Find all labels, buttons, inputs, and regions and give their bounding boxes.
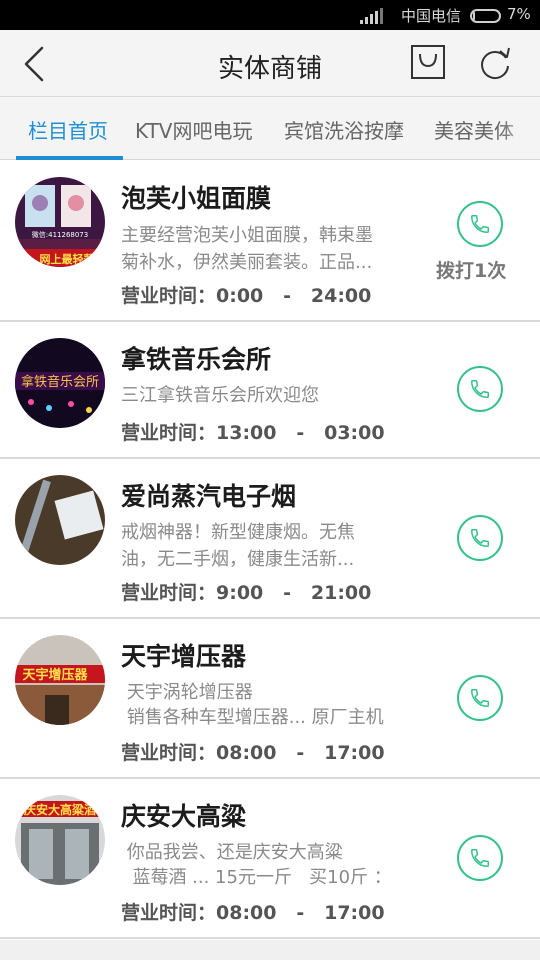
page-title: 实体商铺 <box>217 54 322 84</box>
shop-avatar <box>15 475 105 565</box>
phone-icon <box>471 849 489 867</box>
call-button[interactable] <box>457 835 503 881</box>
shop-avatar: 天宇增压器 <box>15 635 105 725</box>
business-hours: 营业时间：9:00 - 21:00 <box>121 582 372 604</box>
shop-avatar: 拿铁音乐会所 <box>15 338 105 428</box>
list-item[interactable]: 拿铁音乐会所 拿铁音乐会所 三江拿铁音乐会所欢迎您 营业时间：13:00 - 0… <box>0 322 540 459</box>
shop-description-line1: 三江拿铁音乐会所欢迎您 <box>121 385 319 406</box>
shop-description-line2: 菊补水，伊然美丽套装。正品... <box>121 252 373 273</box>
phone-icon <box>471 215 489 233</box>
shop-avatar: 微信:411268073 网上最轻薄 <box>15 177 105 267</box>
shop-name: 拿铁音乐会所 <box>121 345 272 374</box>
shop-name: 泡芙小姐面膜 <box>121 184 272 213</box>
business-hours: 营业时间：08:00 - 17:00 <box>121 742 385 764</box>
carrier-label: 中国电信 <box>401 7 462 25</box>
signal-icon <box>360 8 392 24</box>
title-bar: 实体商铺 <box>0 30 540 97</box>
business-hours: 营业时间：0:00 - 24:00 <box>121 285 372 307</box>
shop-description-line2: 油，无二手烟，健康生活新... <box>121 549 355 570</box>
battery-percentage: 7% <box>507 5 531 23</box>
shop-name: 天宇增压器 <box>121 642 247 671</box>
call-button[interactable] <box>457 675 503 721</box>
refresh-icon <box>481 47 510 79</box>
shopping-bag-icon <box>411 45 445 79</box>
business-hours: 营业时间：13:00 - 03:00 <box>121 422 385 444</box>
tabs-fade <box>500 97 540 159</box>
category-tabs: 栏目首页 KTV网吧电玩 宾馆洗浴按摩 美容美体 <box>0 97 540 160</box>
svg-text:微信:411268073: 微信:411268073 <box>32 230 88 239</box>
shop-description-line1: 你品我尝、还是庆安大高粱 <box>121 842 343 863</box>
call-button[interactable] <box>457 515 503 561</box>
shop-avatar: 庆安大高粱酒 <box>15 795 105 885</box>
active-tab-indicator <box>16 156 123 160</box>
tab-hotel[interactable]: 宾馆洗浴按摩 <box>284 115 404 144</box>
shop-description-line2: 蓝莓酒 ... 15元一斤 买10斤 ： <box>121 867 392 888</box>
phone-icon <box>471 529 489 547</box>
phone-icon <box>471 380 489 398</box>
shop-description-line2: 销售各种车型增压器... 原厂主机 <box>121 707 384 728</box>
business-hours: 营业时间：08:00 - 17:00 <box>121 902 385 924</box>
shop-description-line1: 主要经营泡芙小姐面膜，韩束墨 <box>121 225 373 246</box>
shop-description-line1: 戒烟神器！新型健康烟。无焦 <box>121 522 355 543</box>
list-item[interactable]: 天宇增压器 天宇增压器 天宇涡轮增压器 销售各种车型增压器... 原厂主机 营业… <box>0 619 540 779</box>
svg-text:网上最轻薄: 网上最轻薄 <box>40 252 95 266</box>
status-bar: 中国电信 7% <box>0 0 540 30</box>
list-item[interactable]: 微信:411268073 网上最轻薄 泡芙小姐面膜 主要经营泡芙小姐面膜，韩束墨… <box>0 161 540 322</box>
shop-name: 爱尚蒸汽电子烟 <box>121 482 297 511</box>
shopping-bag-button[interactable] <box>410 44 446 80</box>
svg-text:拿铁音乐会所: 拿铁音乐会所 <box>21 374 99 390</box>
shop-description-line1: 天宇涡轮增压器 <box>121 682 253 703</box>
svg-text:天宇增压器: 天宇增压器 <box>22 667 88 683</box>
call-button[interactable] <box>457 201 503 247</box>
refresh-button[interactable] <box>476 44 514 82</box>
next-item-peek <box>0 940 540 960</box>
shop-name: 庆安大高粱 <box>121 802 247 831</box>
tab-home[interactable]: 栏目首页 <box>28 115 108 144</box>
svg-text:庆安大高粱酒: 庆安大高粱酒 <box>23 802 96 817</box>
call-button[interactable] <box>457 366 503 412</box>
tab-ktv[interactable]: KTV网吧电玩 <box>135 115 252 144</box>
battery-icon <box>470 9 501 23</box>
list-item[interactable]: 庆安大高粱酒 庆安大高粱 你品我尝、还是庆安大高粱 蓝莓酒 ... 15元一斤 … <box>0 779 540 939</box>
phone-icon <box>471 689 489 707</box>
call-count: 拨打1次 <box>436 260 507 282</box>
list-item[interactable]: 爱尚蒸汽电子烟 戒烟神器！新型健康烟。无焦 油，无二手烟，健康生活新... 营业… <box>0 459 540 619</box>
